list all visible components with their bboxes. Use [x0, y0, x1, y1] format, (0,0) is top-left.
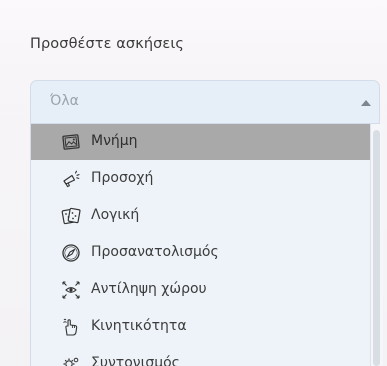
menu-scrollbar[interactable]	[370, 124, 383, 366]
menu-item-mobility[interactable]: Κινητικότητα	[31, 309, 371, 345]
caret-up-icon[interactable]	[361, 100, 371, 106]
menu-item-attention[interactable]: Προσοχή	[31, 161, 371, 197]
page: Προσθέστε ασκήσεις Όλα Μνήμη Προσοχή Λογ…	[0, 0, 387, 366]
category-select[interactable]: Όλα	[30, 80, 380, 124]
menu-item-spatial-perception[interactable]: Αντίληψη χώρου	[31, 272, 371, 308]
menu-item-coordination[interactable]: Συντονισμός	[31, 346, 371, 366]
gear-icon	[61, 354, 81, 366]
menu-item-label: Λογική	[91, 207, 140, 223]
menu-item-label: Προσανατολισμός	[91, 244, 219, 260]
memory-photo-icon	[61, 132, 81, 152]
dice-cards-icon	[61, 206, 81, 226]
menu-item-logic[interactable]: Λογική	[31, 198, 371, 234]
menu-item-label: Προσοχή	[91, 170, 154, 186]
compass-icon	[61, 243, 81, 263]
menu-item-label: Μνήμη	[91, 133, 138, 149]
hand-gesture-icon	[61, 317, 81, 337]
menu-item-label: Συντονισμός	[91, 355, 180, 366]
dropdown-menu: Μνήμη Προσοχή Λογική Προσανατολισμός Αντ…	[30, 124, 372, 366]
menu-item-orientation[interactable]: Προσανατολισμός	[31, 235, 371, 271]
eye-arrows-icon	[61, 280, 81, 300]
megaphone-icon	[61, 169, 81, 189]
select-value: Όλα	[50, 93, 79, 109]
menu-item-memory[interactable]: Μνήμη	[31, 124, 371, 160]
menu-item-label: Αντίληψη χώρου	[91, 281, 207, 297]
section-heading: Προσθέστε ασκήσεις	[30, 36, 184, 52]
scrollbar-thumb[interactable]	[373, 130, 380, 366]
menu-item-label: Κινητικότητα	[91, 318, 187, 334]
